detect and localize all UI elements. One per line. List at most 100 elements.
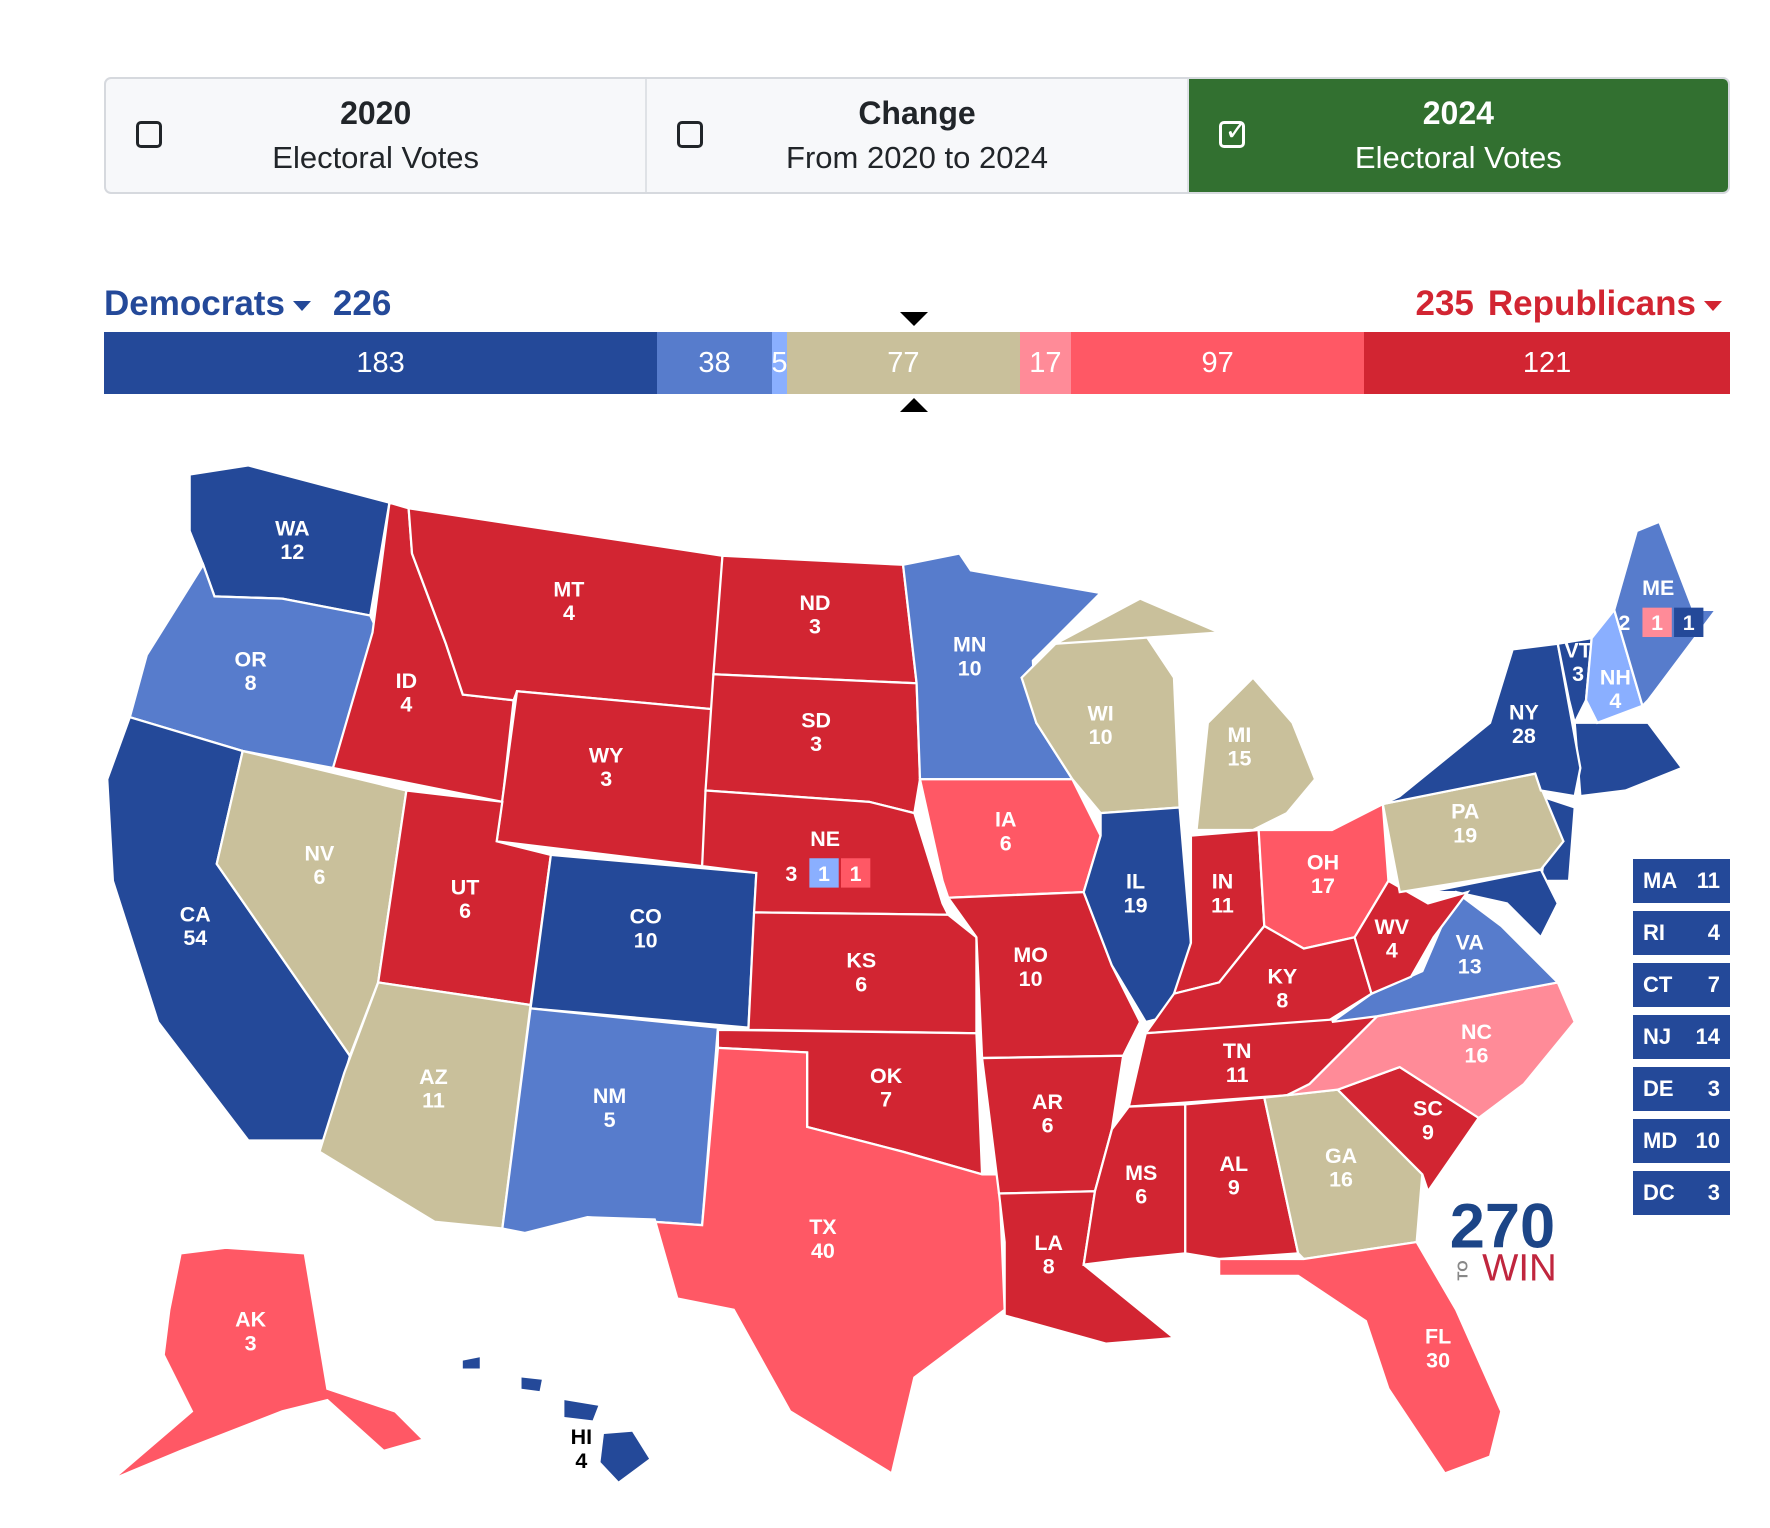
state-shape[interactable] [462, 1357, 480, 1369]
state-abbr-label: OR [235, 647, 268, 671]
state-box-md[interactable]: MD 10 [1633, 1119, 1730, 1163]
state-abbr-label: IA [995, 808, 1016, 832]
state-ev-label: 4 [1609, 689, 1621, 713]
state-ev-label: 4 [400, 693, 412, 717]
state-ev-label: 6 [459, 899, 471, 923]
state-abbr-label: NH [1600, 665, 1631, 689]
district-ev-label: 1 [1651, 611, 1663, 635]
state-ev-label: 10 [1019, 967, 1043, 991]
state-ev-label: 6 [313, 865, 325, 889]
state-ev-label: 10 [1089, 725, 1113, 749]
state-box-nj[interactable]: NJ 14 [1633, 1015, 1730, 1059]
state-abbr-label: ND [800, 591, 831, 615]
state-ny[interactable]: NY28 [1382, 642, 1582, 806]
state-wa[interactable]: WA12 [188, 464, 391, 617]
state-shape[interactable] [521, 1377, 542, 1392]
state-ev: 7 [1707, 972, 1720, 997]
state-abbr-label: WY [589, 743, 624, 767]
state-ev-label: 3 [810, 732, 822, 756]
state-abbr: MA [1643, 868, 1678, 893]
state-abbr-label: TN [1223, 1039, 1252, 1063]
district-ev-label: 1 [1683, 611, 1695, 635]
state-abbr-label: CO [630, 905, 662, 929]
state-ev-label: 16 [1465, 1044, 1489, 1068]
state-hi[interactable]: HI4 [462, 1357, 650, 1482]
state-abbr-label: MT [553, 577, 584, 601]
state-ev-label: 9 [1422, 1120, 1434, 1144]
state-ev-label: 15 [1228, 747, 1252, 771]
state-abbr-label: WI [1088, 702, 1114, 726]
state-abbr-label: GA [1325, 1144, 1357, 1168]
state-abbr-label: AL [1220, 1152, 1249, 1176]
state-ev-label: 3 [1572, 662, 1584, 686]
state-ev-label: 4 [1386, 939, 1398, 963]
state-wy[interactable]: WY3 [495, 689, 715, 868]
state-box-dc[interactable]: DC 3 [1633, 1171, 1730, 1215]
state-ia[interactable]: IA6 [918, 778, 1102, 899]
state-abbr-label: PA [1451, 800, 1479, 824]
us-electoral-map: WA12OR8CA54NV6ID4MT4WY3UT6AZ11CO10NM5ND3… [106, 464, 1719, 1482]
state-ev-label: 6 [855, 972, 867, 996]
state-shape[interactable] [1195, 675, 1317, 832]
state-co[interactable]: CO10 [529, 853, 758, 1029]
state-box-ma[interactable]: MA 11 [1633, 859, 1730, 903]
state-ev-label: 8 [245, 671, 257, 695]
state-ev-label: 11 [422, 1089, 445, 1113]
state-ev-label: 8 [1043, 1255, 1055, 1279]
state-abbr-label: HI [571, 1425, 592, 1449]
state-ev: 3 [1707, 1076, 1720, 1101]
state-abbr-label: CA [180, 902, 211, 926]
state-ev-label: 2 [1618, 611, 1630, 635]
state-box-ri[interactable]: RI 4 [1633, 911, 1730, 955]
state-ev-label: 6 [1000, 831, 1012, 855]
state-ak[interactable]: AK3 [112, 1246, 426, 1481]
state-ev-label: 54 [183, 926, 207, 950]
state-ev-label: 3 [600, 767, 612, 791]
state-box-de[interactable]: DE 3 [1633, 1067, 1730, 1111]
state-ev-label: 11 [1211, 893, 1234, 917]
state-abbr-label: MI [1228, 723, 1252, 747]
state-ev-label: 3 [245, 1331, 257, 1355]
state-box-ct[interactable]: CT 7 [1633, 963, 1730, 1007]
state-abbr-label: UT [451, 875, 480, 899]
state-shape[interactable] [600, 1431, 650, 1482]
state-ev-label: 28 [1512, 724, 1536, 748]
state-ev-label: 6 [1042, 1114, 1054, 1138]
state-shape[interactable] [564, 1400, 599, 1421]
state-abbr-label: IL [1126, 870, 1145, 894]
logo-to: TO [1455, 1260, 1471, 1280]
state-ev-label: 8 [1276, 988, 1288, 1012]
state-abbr-label: NE [810, 827, 840, 851]
district-ev-label: 1 [818, 862, 830, 886]
state-shape-ma-ct-ri[interactable] [1573, 721, 1684, 798]
state-abbr-label: WA [275, 516, 310, 540]
small-states-list: MA 11 RI 4 CT 7 NJ 14 DE 3 MD 10 DC 3 [1633, 859, 1730, 1223]
state-nd[interactable]: ND3 [712, 554, 918, 685]
state-abbr: RI [1643, 920, 1665, 945]
state-abbr-label: NC [1461, 1020, 1492, 1044]
state-ev-label: 40 [811, 1239, 835, 1263]
district-ev-label: 1 [850, 862, 862, 886]
state-abbr-label: KY [1267, 965, 1297, 989]
state-abbr-label: ME [1642, 576, 1674, 600]
state-ev-label: 10 [958, 656, 982, 680]
state-ev-label: 3 [785, 862, 797, 886]
state-abbr-label: IN [1212, 870, 1233, 894]
state-abbr-label: NM [593, 1084, 626, 1108]
state-ks[interactable]: KS6 [747, 911, 978, 1035]
state-shape[interactable] [112, 1246, 426, 1481]
270towin-logo: 270TO WIN [1450, 1192, 1557, 1290]
state-ev-label: 9 [1228, 1176, 1240, 1200]
state-ev: 10 [1695, 1128, 1720, 1153]
state-ev-label: 17 [1311, 874, 1335, 898]
state-ev: 4 [1707, 920, 1720, 945]
state-ev-label: 16 [1329, 1168, 1353, 1192]
state-nm[interactable]: NM5 [501, 1007, 720, 1235]
state-abbr-label: OK [870, 1064, 903, 1088]
state-ev: 14 [1695, 1024, 1720, 1049]
state-abbr-label: MN [953, 633, 986, 657]
state-shape[interactable] [1382, 642, 1582, 806]
state-ev-label: 30 [1426, 1348, 1450, 1372]
state-abbr-label: NV [305, 842, 335, 866]
state-abbr-label: SC [1413, 1097, 1443, 1121]
